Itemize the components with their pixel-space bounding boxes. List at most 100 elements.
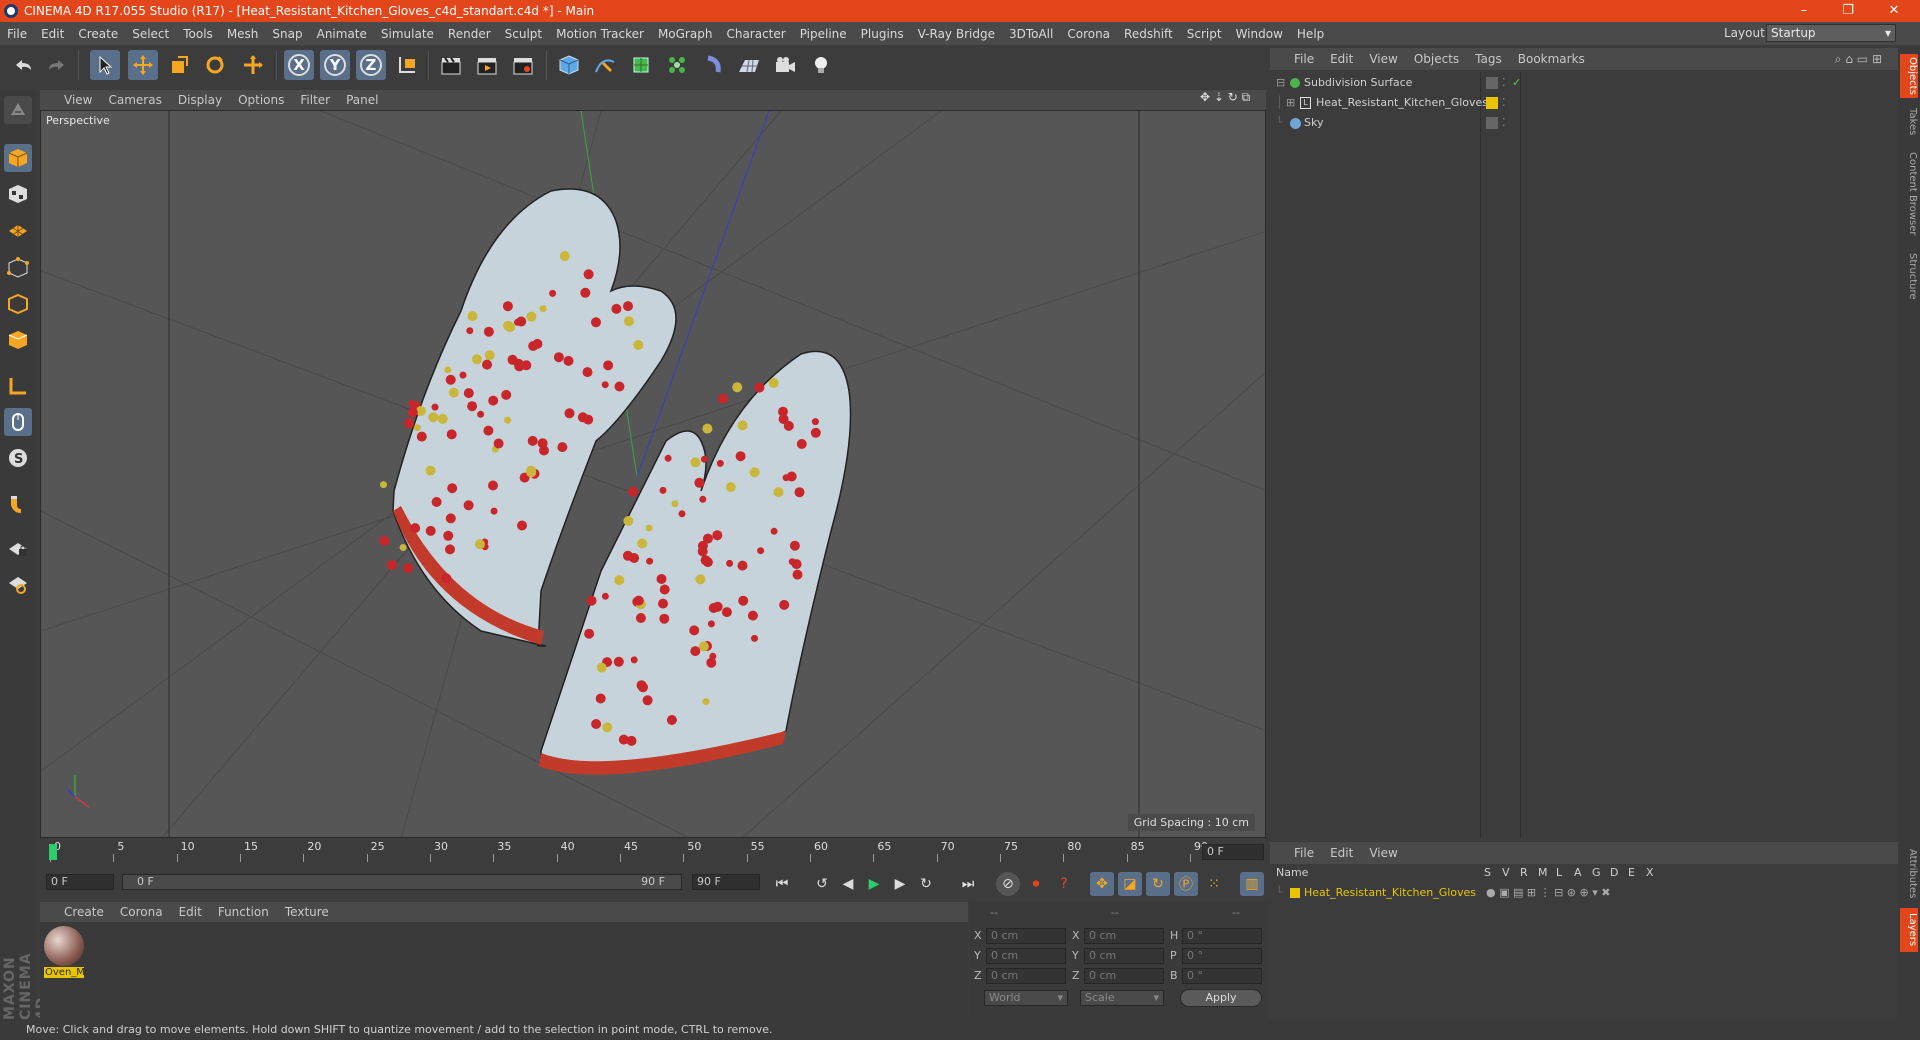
playhead-marker[interactable] (49, 844, 57, 860)
menu-corona[interactable]: Corona (1060, 27, 1117, 41)
viewport-menu-view[interactable]: View (56, 93, 100, 107)
texture-mode-button[interactable] (4, 180, 32, 208)
layer-col-solo[interactable]: S (1484, 866, 1491, 879)
layer-col-generators[interactable]: G (1592, 866, 1601, 879)
model-mode-button[interactable] (4, 144, 32, 172)
locked-workplane-button[interactable] (4, 534, 32, 562)
minimize-panel-icon[interactable]: ▭ (1857, 52, 1868, 66)
tab-content-browser[interactable]: Content Browser (1900, 148, 1918, 240)
add-light-button[interactable] (806, 50, 836, 80)
menu-vray-bridge[interactable]: V-Ray Bridge (911, 27, 1002, 41)
layer-color-swatch[interactable] (1290, 888, 1300, 898)
undo-button[interactable] (8, 50, 38, 80)
planar-workplane-button[interactable] (4, 570, 32, 598)
add-subdivision-button[interactable] (626, 50, 656, 80)
pan-icon[interactable]: ✥ (1200, 90, 1210, 104)
menu-animate[interactable]: Animate (310, 27, 374, 41)
transform-tool-button[interactable] (238, 50, 268, 80)
menu-create[interactable]: Create (71, 27, 125, 41)
material-menu-create[interactable]: Create (56, 905, 112, 919)
menu-mograph[interactable]: MoGraph (651, 27, 720, 41)
layer-row[interactable]: └ Heat_Resistant_Kitchen_Gloves ● ▣ ▤ ⊞ … (1272, 884, 1896, 902)
record-keys-button[interactable]: ⊘ (996, 872, 1020, 896)
magnet-tool-button[interactable] (4, 490, 32, 518)
menu-edit[interactable]: Edit (34, 27, 71, 41)
enabled-check-icon[interactable]: ✓ (1512, 74, 1521, 92)
material-swatch[interactable]: Oven_M (44, 926, 84, 982)
visibility-dots-icon[interactable]: ⁚ (1502, 74, 1506, 92)
tab-objects[interactable]: Objects (1900, 54, 1918, 98)
layer-col-animation[interactable]: A (1574, 866, 1582, 879)
menu-3dtoall[interactable]: 3DToAll (1002, 27, 1060, 41)
tweak-mode-button[interactable] (4, 408, 32, 436)
key-position-button[interactable]: ✥ (1090, 872, 1114, 896)
scale-tool-button[interactable] (164, 50, 194, 80)
add-deformer-button[interactable] (698, 50, 728, 80)
object-row-sky[interactable]: └ Sky ⁚ (1272, 114, 1896, 132)
add-camera-button[interactable] (770, 50, 800, 80)
coord-rot-field[interactable]: 0 ° (1182, 968, 1262, 984)
material-menu-function[interactable]: Function (210, 905, 277, 919)
maximize-view-icon[interactable]: ⧉ (1242, 90, 1251, 104)
polygons-mode-button[interactable] (4, 326, 32, 354)
rotate-tool-button[interactable] (200, 50, 230, 80)
layer-col-view[interactable]: V (1502, 866, 1510, 879)
menu-file[interactable]: File (0, 27, 34, 41)
layer-menu-file[interactable]: File (1286, 846, 1322, 860)
material-menu-texture[interactable]: Texture (277, 905, 337, 919)
dolly-icon[interactable]: ⇣ (1214, 90, 1224, 104)
coord-pos-field[interactable]: 0 cm (986, 928, 1066, 944)
previous-key-button[interactable]: ↺ (810, 872, 834, 896)
search-icon[interactable]: ⌕ (1835, 52, 1842, 66)
key-rotation-button[interactable]: ↻ (1146, 872, 1170, 896)
orbit-icon[interactable]: ↻ (1228, 90, 1238, 104)
render-view-button[interactable] (436, 50, 466, 80)
previous-frame-button[interactable]: ◀ (836, 872, 860, 896)
coordinate-system-button[interactable] (392, 50, 422, 80)
coord-pos-field[interactable]: 0 cm (986, 948, 1066, 964)
coord-rot-field[interactable]: 0 ° (1182, 948, 1262, 964)
axis-mode-button[interactable] (4, 372, 32, 400)
start-frame-field[interactable]: 0 F (46, 874, 114, 890)
viewport-menu-cameras[interactable]: Cameras (100, 93, 169, 107)
coord-size-field[interactable]: 0 cm (1084, 968, 1164, 984)
menu-select[interactable]: Select (125, 27, 176, 41)
menu-pipeline[interactable]: Pipeline (793, 27, 854, 41)
material-menu-corona[interactable]: Corona (112, 905, 171, 919)
live-selection-button[interactable] (90, 50, 120, 80)
next-key-button[interactable]: ↻ (914, 872, 938, 896)
layer-col-manager[interactable]: M (1538, 866, 1548, 879)
menu-character[interactable]: Character (719, 27, 792, 41)
layer-menu-view[interactable]: View (1361, 846, 1405, 860)
object-menu-view[interactable]: View (1361, 52, 1405, 66)
viewport-menu-filter[interactable]: Filter (292, 93, 338, 107)
restore-button[interactable]: ❐ (1826, 0, 1870, 22)
object-row-gloves[interactable]: │ ⊞ L Heat_Resistant_Kitchen_Gloves ⁚ (1272, 94, 1896, 112)
menu-tools[interactable]: Tools (176, 27, 220, 41)
expand-panel-icon[interactable]: ⊞ (1872, 52, 1882, 66)
menu-help[interactable]: Help (1290, 27, 1331, 41)
key-scale-button[interactable]: ◪ (1118, 872, 1142, 896)
visibility-dots-icon[interactable]: ⁚ (1502, 94, 1506, 112)
menu-motion-tracker[interactable]: Motion Tracker (549, 27, 651, 41)
material-menu-edit[interactable]: Edit (171, 905, 210, 919)
close-button[interactable]: ✕ (1872, 0, 1916, 22)
z-axis-lock-button[interactable]: Z (356, 50, 386, 80)
coord-mode-select[interactable]: Scale ▾ (1080, 990, 1164, 1006)
coord-pos-field[interactable]: 0 cm (986, 968, 1066, 984)
object-menu-objects[interactable]: Objects (1406, 52, 1467, 66)
coord-size-field[interactable]: 0 cm (1084, 928, 1164, 944)
snap-toggle-button[interactable]: S (4, 444, 32, 472)
tab-structure[interactable]: Structure (1900, 248, 1918, 304)
workplane-mode-button[interactable] (4, 216, 32, 244)
layer-flag-icons[interactable]: ● ▣ ▤ ⊞ ⋮ ⊟ ⊛ ⊕ ▾ ✖ (1486, 884, 1610, 902)
home-icon[interactable]: ⌂ (1845, 52, 1853, 66)
redo-button[interactable] (42, 50, 72, 80)
object-menu-tags[interactable]: Tags (1467, 52, 1510, 66)
apply-button[interactable]: Apply (1180, 989, 1262, 1007)
menu-sculpt[interactable]: Sculpt (498, 27, 549, 41)
object-menu-edit[interactable]: Edit (1322, 52, 1361, 66)
layer-col-locked[interactable]: L (1556, 866, 1562, 879)
layer-swatch[interactable] (1486, 77, 1498, 89)
menu-script[interactable]: Script (1180, 27, 1229, 41)
